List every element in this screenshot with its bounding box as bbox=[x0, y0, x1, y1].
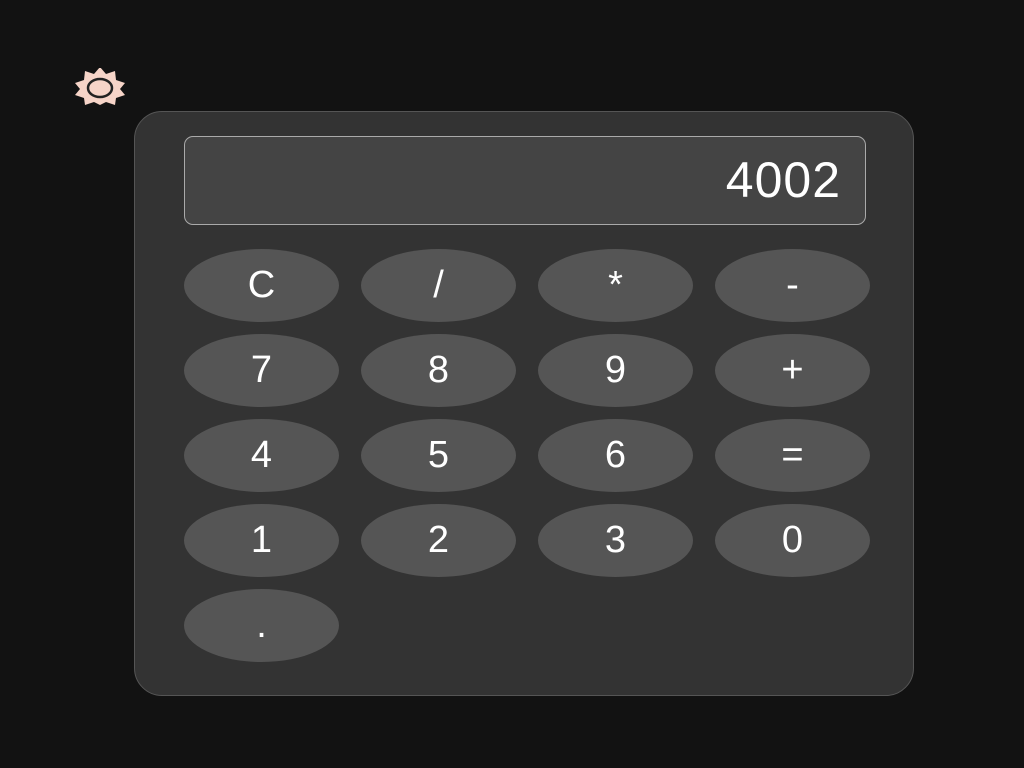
clear-button[interactable]: C bbox=[184, 249, 339, 322]
digit-6-button[interactable]: 6 bbox=[538, 419, 693, 492]
subtract-button[interactable]: - bbox=[715, 249, 870, 322]
multiply-button[interactable]: * bbox=[538, 249, 693, 322]
add-button[interactable]: + bbox=[715, 334, 870, 407]
equals-button[interactable]: = bbox=[715, 419, 870, 492]
digit-9-button[interactable]: 9 bbox=[538, 334, 693, 407]
calculator: 4002 C / * - 7 8 9 +4 5 6 = 1 2 3 0. bbox=[134, 111, 914, 696]
decimal-button[interactable]: . bbox=[184, 589, 339, 662]
digit-2-button[interactable]: 2 bbox=[361, 504, 516, 577]
digit-5-button[interactable]: 5 bbox=[361, 419, 516, 492]
digit-1-button[interactable]: 1 bbox=[184, 504, 339, 577]
digit-0-button[interactable]: 0 bbox=[715, 504, 870, 577]
calculator-display: 4002 bbox=[184, 136, 866, 225]
digit-7-button[interactable]: 7 bbox=[184, 334, 339, 407]
digit-3-button[interactable]: 3 bbox=[538, 504, 693, 577]
digit-8-button[interactable]: 8 bbox=[361, 334, 516, 407]
divide-button[interactable]: / bbox=[361, 249, 516, 322]
sun-icon bbox=[64, 68, 136, 108]
keypad: C / * - 7 8 9 +4 5 6 = 1 2 3 0. bbox=[184, 249, 870, 662]
digit-4-button[interactable]: 4 bbox=[184, 419, 339, 492]
theme-toggle-button[interactable] bbox=[64, 68, 136, 108]
